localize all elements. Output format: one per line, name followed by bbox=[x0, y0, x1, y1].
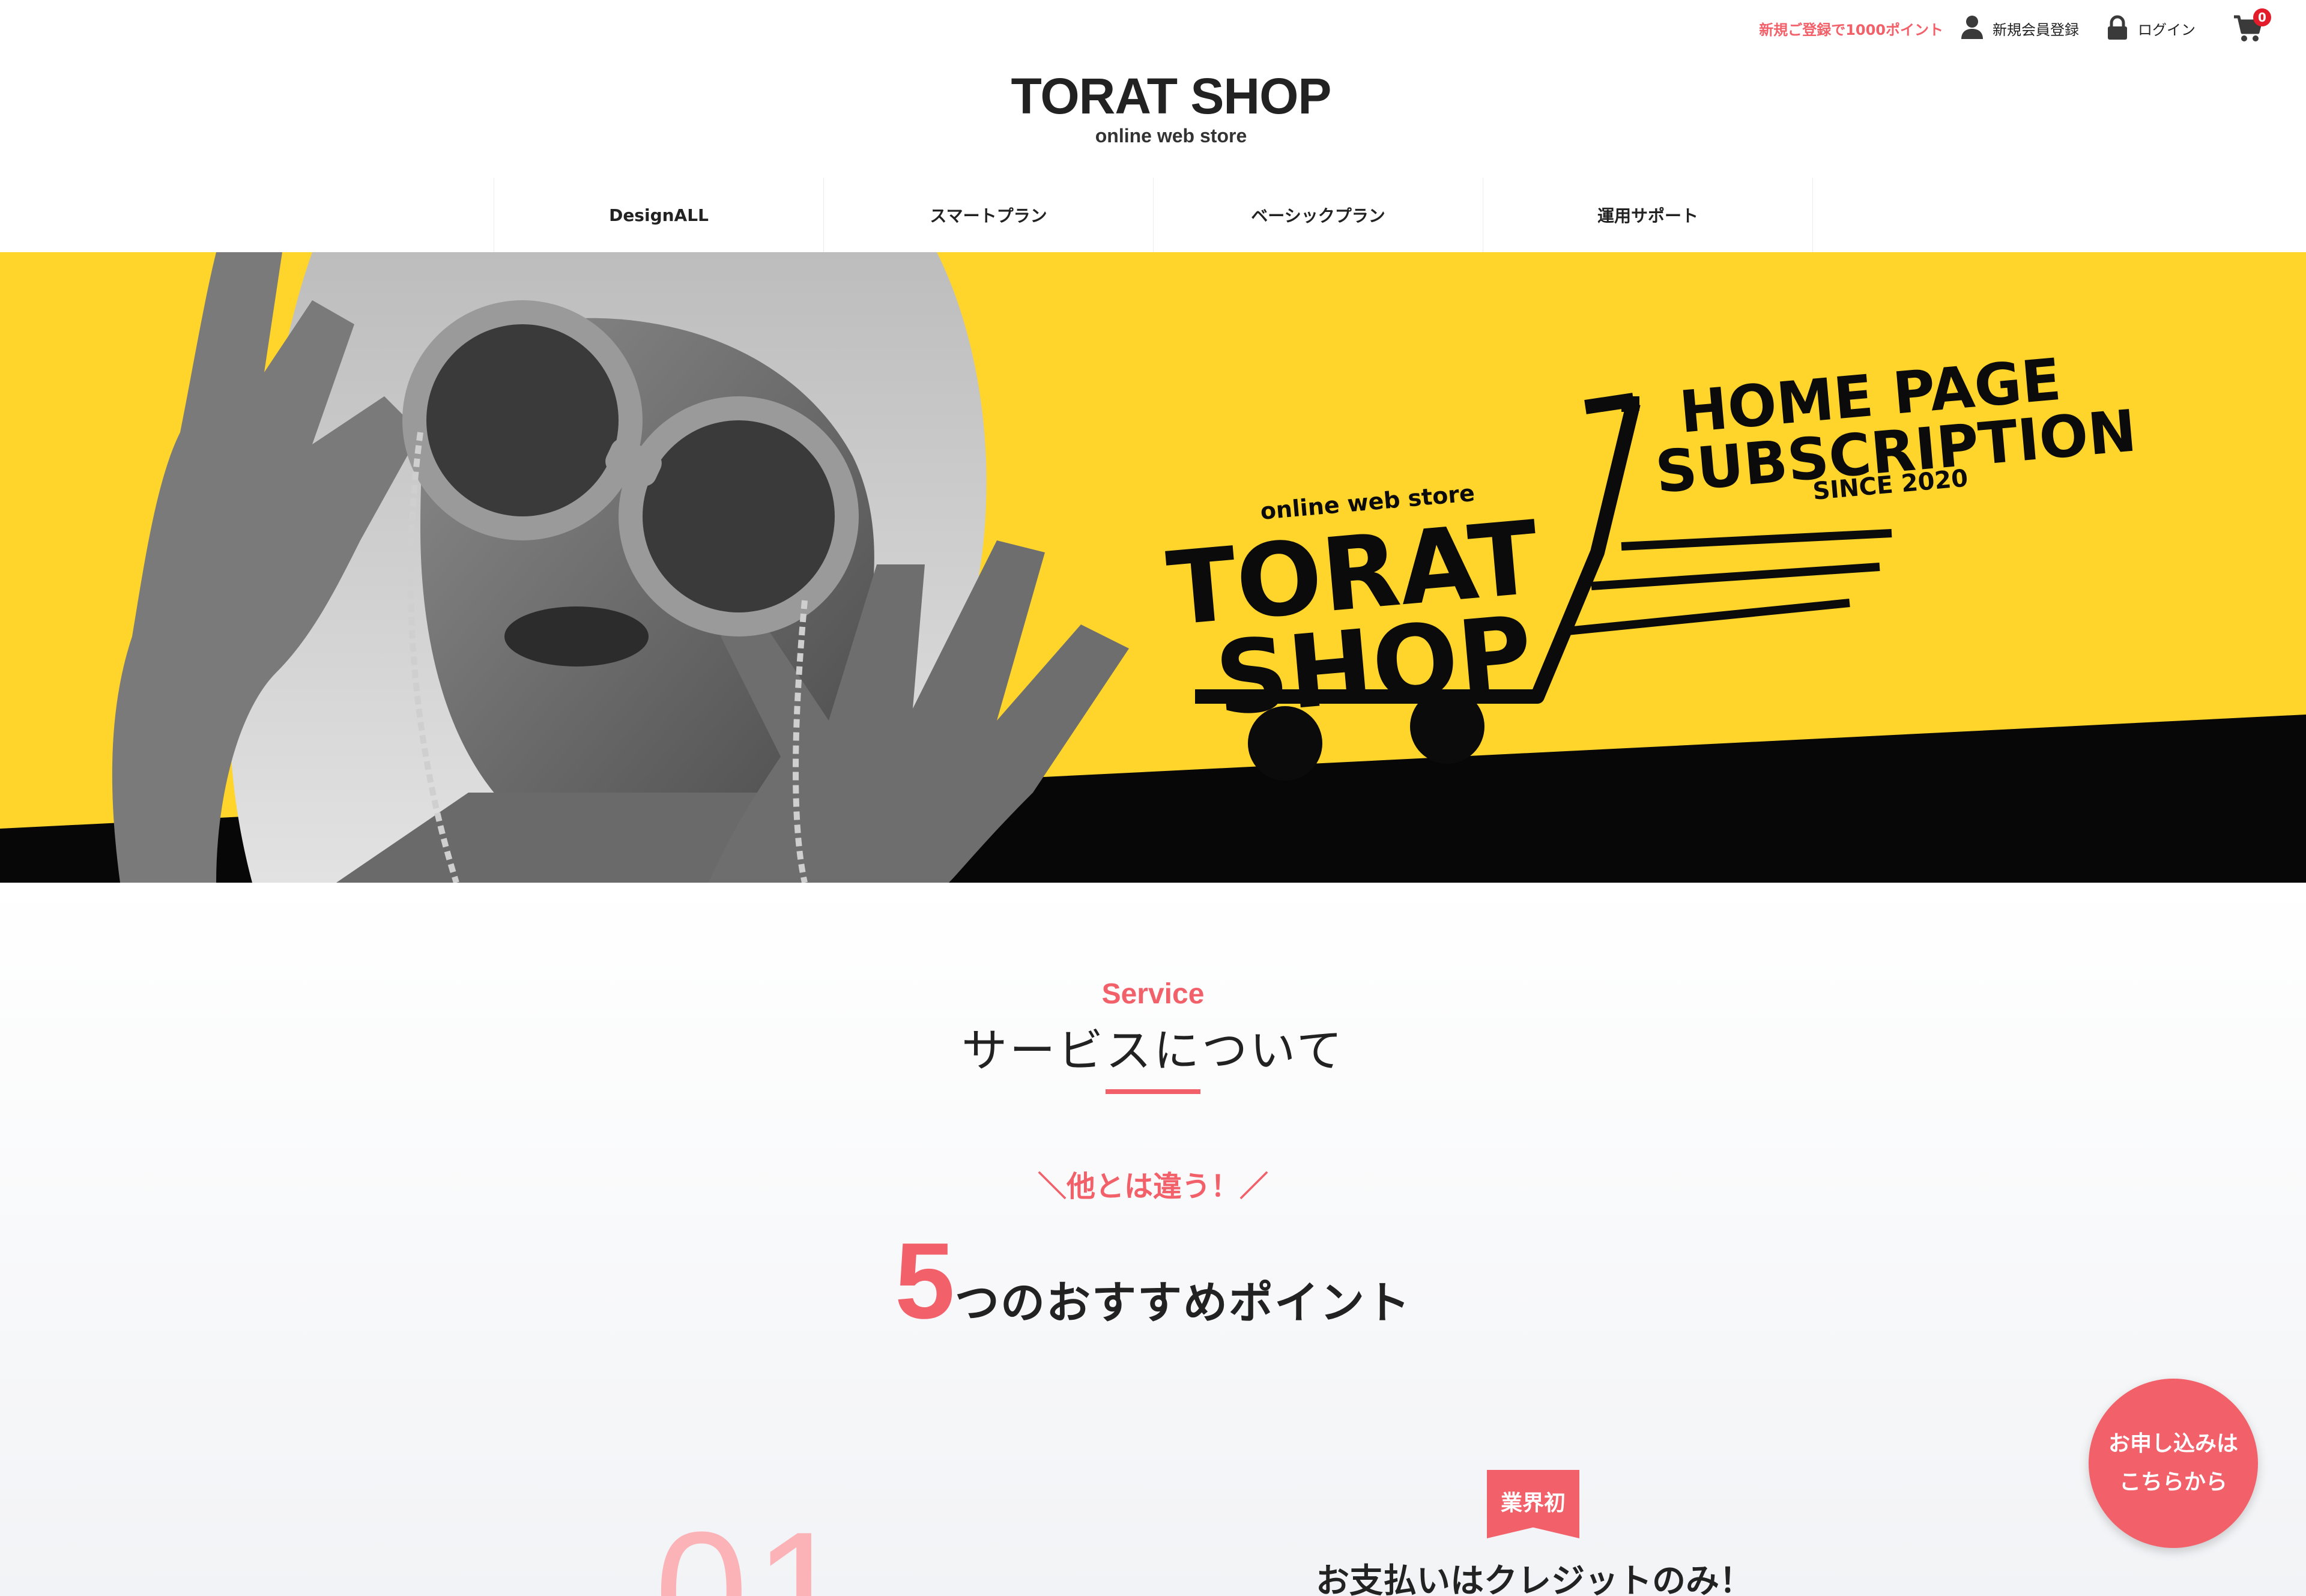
service-heading: サービスについて bbox=[961, 1024, 1345, 1077]
service-section: Service サービスについて ＼他とは違う！／ 5つのおすすめポイント 01… bbox=[0, 883, 2306, 1596]
promo-text[interactable]: 新規ご登録で1000ポイント bbox=[1759, 18, 1943, 39]
login-link[interactable]: ログイン bbox=[2105, 15, 2196, 41]
register-label: 新規会員登録 bbox=[1993, 21, 2079, 38]
utility-bar: 新規ご登録で1000ポイント 新規会員登録 ログイン 0 bbox=[1759, 8, 2271, 43]
service-label-en: Service bbox=[1101, 978, 1205, 1010]
cart-icon bbox=[2233, 15, 2263, 47]
nav-item-support[interactable]: 運用サポート bbox=[1483, 178, 1813, 252]
cta-line-2: こちらから bbox=[2119, 1470, 2227, 1495]
cart-count-badge: 0 bbox=[2253, 8, 2271, 26]
service-catchphrase: ＼他とは違う！／ bbox=[1037, 1170, 1268, 1203]
feature-title: お支払いはクレジットのみ！ bbox=[1316, 1562, 1753, 1596]
login-label: ログイン bbox=[2138, 21, 2196, 38]
cart-button[interactable]: 0 bbox=[2233, 8, 2271, 43]
register-link[interactable]: 新規会員登録 bbox=[1960, 15, 2079, 41]
apply-cta-button[interactable]: お申し込みは こちらから bbox=[2089, 1379, 2258, 1548]
points-number: 5 bbox=[894, 1221, 955, 1341]
logo-title: TORAT SHOP bbox=[1011, 68, 1332, 124]
item-number: 01 bbox=[655, 1498, 854, 1596]
nav-item-basic-plan[interactable]: ベーシックプラン bbox=[1154, 178, 1483, 252]
user-icon bbox=[1960, 15, 1984, 41]
heading-underline bbox=[1106, 1089, 1200, 1094]
points-heading: 5つのおすすめポイント bbox=[0, 1219, 2306, 1343]
site-logo[interactable]: TORAT SHOP online web store bbox=[0, 67, 2306, 148]
hero-banner[interactable]: online web store TORAT SHOP HOME PAGE SU… bbox=[0, 252, 2306, 883]
global-nav: DesignALL スマートプラン ベーシックプラン 運用サポート bbox=[494, 178, 1813, 252]
nav-item-smart-plan[interactable]: スマートプラン bbox=[824, 178, 1154, 252]
logo-subtitle: online web store bbox=[1095, 125, 1247, 147]
cta-line-1: お申し込みは bbox=[2108, 1431, 2238, 1456]
industry-first-ribbon: 業界初 bbox=[1487, 1470, 1579, 1538]
points-text: つのおすすめポイント bbox=[955, 1277, 1412, 1329]
lock-icon bbox=[2105, 15, 2129, 41]
nav-item-designall[interactable]: DesignALL bbox=[494, 178, 824, 252]
